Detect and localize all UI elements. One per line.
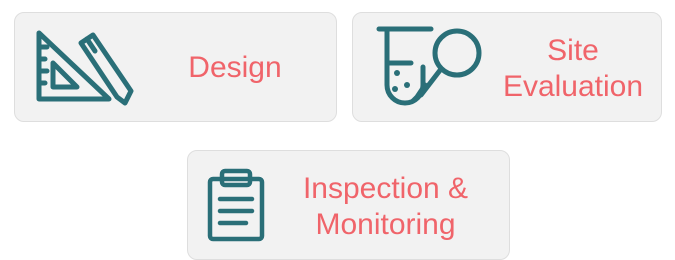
design-button[interactable]: Design xyxy=(14,12,337,122)
design-label: Design xyxy=(188,51,282,84)
site-evaluation-label: Site Evaluation xyxy=(502,34,644,103)
ruler-triangle-pencil-icon xyxy=(36,30,134,106)
clipboard-icon xyxy=(207,168,265,242)
inspection-monitoring-label: Inspection & Monitoring xyxy=(302,172,469,241)
inspection-monitoring-button[interactable]: Inspection & Monitoring xyxy=(187,150,510,260)
test-tube-magnifier-icon xyxy=(376,26,482,106)
site-evaluation-button[interactable]: Site Evaluation xyxy=(352,12,662,122)
